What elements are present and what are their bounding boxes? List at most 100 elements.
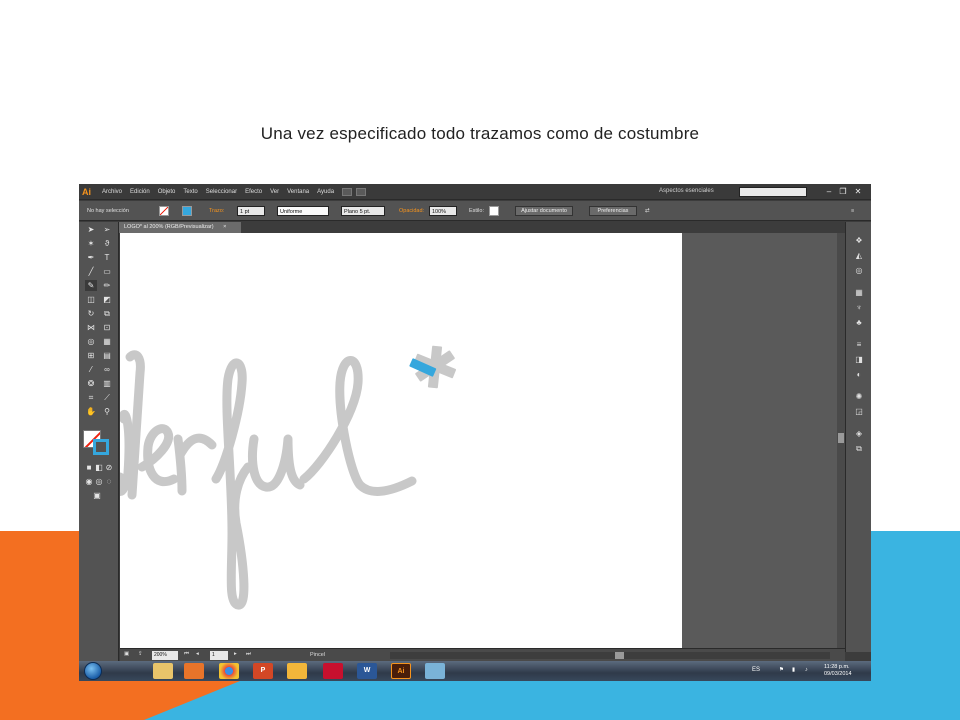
menu-objeto[interactable]: Objeto — [154, 189, 180, 195]
fill-color-swatch[interactable] — [159, 206, 169, 216]
current-tool-status[interactable]: Pincel — [310, 652, 325, 658]
volume-icon[interactable]: ♪ — [805, 667, 808, 673]
vertical-scroll-thumb[interactable] — [838, 433, 844, 443]
minimize-button[interactable]: – — [823, 186, 835, 197]
transparency-icon[interactable]: ◐ — [853, 370, 865, 380]
artboards-icon[interactable]: ◲ — [853, 407, 865, 417]
artboard-number-field[interactable]: 1 — [210, 651, 228, 660]
flag-icon[interactable]: ⚑ — [779, 667, 784, 673]
draw-inside-icon[interactable]: ◌ — [103, 476, 115, 487]
artboard-tool-icon[interactable]: ⌗ — [85, 392, 97, 403]
brushes-icon[interactable]: ♆ — [853, 303, 865, 313]
menu-texto[interactable]: Texto — [179, 189, 201, 195]
media-player-icon[interactable] — [184, 663, 204, 679]
artboard[interactable] — [120, 233, 682, 648]
zoom-level-field[interactable]: 200% — [152, 651, 178, 660]
graph-tool-icon[interactable]: ▥ — [101, 378, 113, 389]
blend-tool-icon[interactable]: ∞ — [101, 364, 113, 375]
pencil-tool-icon[interactable]: ✏ — [101, 280, 113, 291]
stroke-color-swatch[interactable] — [182, 206, 192, 216]
next-artboard-icon[interactable]: ▸ — [234, 651, 237, 657]
word-icon[interactable]: W — [357, 663, 377, 679]
workspace-switcher[interactable]: Aspectos esenciales — [659, 188, 714, 194]
eraser-tool-icon[interactable]: ◩ — [101, 294, 113, 305]
lasso-icon[interactable]: ϑ — [101, 238, 113, 249]
powerpoint-icon[interactable]: P — [253, 663, 273, 679]
maximize-button[interactable]: ❐ — [837, 186, 849, 197]
opacity-label[interactable]: Opacidad: — [399, 208, 424, 214]
scale-tool-icon[interactable]: ⧉ — [101, 308, 113, 319]
screen-mode-status-icon[interactable]: ▣ — [124, 651, 129, 657]
menu-archivo[interactable]: Archivo — [98, 189, 126, 195]
start-button[interactable] — [84, 662, 102, 680]
arrange-documents-icon[interactable] — [356, 187, 367, 196]
line-tool-icon[interactable]: ╱ — [85, 266, 97, 277]
stroke-profile-select[interactable]: Uniforme — [277, 206, 329, 216]
prev-artboard-icon[interactable]: ◂ — [196, 651, 199, 657]
free-transform-icon[interactable]: ⊡ — [101, 322, 113, 333]
symbols-icon[interactable]: ♣ — [853, 318, 865, 328]
type-tool-icon[interactable]: T — [101, 252, 113, 263]
horizontal-scrollbar[interactable] — [390, 652, 830, 659]
arrange-icon[interactable]: ⇄ — [645, 208, 650, 214]
shape-builder-icon[interactable]: ◎ — [85, 336, 97, 347]
gradient-tool-icon[interactable]: ▤ — [101, 350, 113, 361]
vertical-scrollbar[interactable] — [837, 233, 845, 648]
gradient-panel-icon[interactable]: ◨ — [853, 355, 865, 365]
acrobat-icon[interactable] — [323, 663, 343, 679]
palette-icon[interactable] — [425, 663, 445, 679]
stroke-panel-icon[interactable]: ≡ — [853, 340, 865, 350]
document-tab[interactable]: LOGO* al 200% (RGB/Previsualizar) × — [119, 222, 241, 233]
stroke-swatch[interactable] — [93, 439, 109, 455]
rotate-tool-icon[interactable]: ↻ — [85, 308, 97, 319]
opacity-field[interactable]: 100% — [429, 206, 457, 216]
appearance-icon[interactable]: ◭ — [853, 251, 865, 261]
color-guide-icon[interactable]: ❖ — [853, 236, 865, 246]
menu-seleccionar[interactable]: Seleccionar — [202, 189, 241, 195]
clock[interactable]: 11:28 p.m. 09/03/2014 — [824, 664, 852, 678]
last-artboard-icon[interactable]: ⏭ — [246, 651, 251, 658]
illustrator-icon[interactable]: Ai — [391, 663, 411, 679]
explorer-icon[interactable] — [153, 663, 173, 679]
network-icon[interactable]: ▮ — [792, 667, 795, 673]
links-icon[interactable]: ⧉ — [853, 444, 865, 454]
magic-wand-icon[interactable]: ✶ — [85, 238, 97, 249]
close-button[interactable]: ✕ — [852, 186, 864, 197]
first-artboard-icon[interactable]: ⏮ — [184, 651, 189, 658]
eyedropper-icon[interactable]: ⁄ — [85, 364, 97, 375]
brush-select[interactable]: Plano 5 pt. — [341, 206, 385, 216]
pen-tool-icon[interactable]: ✒ — [85, 252, 97, 263]
slice-tool-icon[interactable]: ⟋ — [101, 392, 113, 403]
rectangle-tool-icon[interactable]: ▭ — [101, 266, 113, 277]
chrome-icon[interactable] — [219, 663, 239, 679]
panel-menu-icon[interactable]: ≡ — [851, 208, 854, 214]
width-tool-icon[interactable]: ⋈ — [85, 322, 97, 333]
search-input[interactable] — [739, 187, 807, 197]
language-indicator[interactable]: ES — [752, 667, 760, 673]
paint-icon[interactable] — [287, 663, 307, 679]
swatches-icon[interactable]: ▦ — [853, 288, 865, 298]
stroke-label[interactable]: Trazo: — [209, 208, 224, 214]
perspective-grid-icon[interactable]: ▦ — [101, 336, 113, 347]
direct-selection-tool-icon[interactable]: ➢ — [101, 224, 113, 235]
stroke-weight-field[interactable]: 1 pt — [237, 206, 265, 216]
hand-tool-icon[interactable]: ✋ — [85, 406, 97, 417]
menu-edicion[interactable]: Edición — [126, 189, 154, 195]
paintbrush-tool-icon[interactable]: ✎ — [85, 280, 97, 291]
blob-brush-icon[interactable]: ◫ — [85, 294, 97, 305]
menu-efecto[interactable]: Efecto — [241, 189, 266, 195]
selection-tool-icon[interactable]: ➤ — [85, 224, 97, 235]
layers-icon[interactable]: ◈ — [853, 429, 865, 439]
preferences-button[interactable]: Preferencias — [589, 206, 637, 216]
menu-ventana[interactable]: Ventana — [283, 189, 313, 195]
zoom-tool-icon[interactable]: ⚲ — [101, 406, 113, 417]
menu-ver[interactable]: Ver — [266, 189, 283, 195]
symbol-sprayer-icon[interactable]: ❂ — [85, 378, 97, 389]
style-swatch[interactable] — [489, 206, 499, 216]
none-mode-icon[interactable]: ⊘ — [103, 462, 115, 473]
menu-ayuda[interactable]: Ayuda — [313, 189, 338, 195]
share-icon[interactable]: ⇪ — [138, 651, 143, 657]
color-icon[interactable]: ◎ — [853, 266, 865, 276]
screen-mode-icon[interactable]: ▣ — [91, 490, 103, 501]
align-document-button[interactable]: Ajustar documento — [515, 206, 573, 216]
